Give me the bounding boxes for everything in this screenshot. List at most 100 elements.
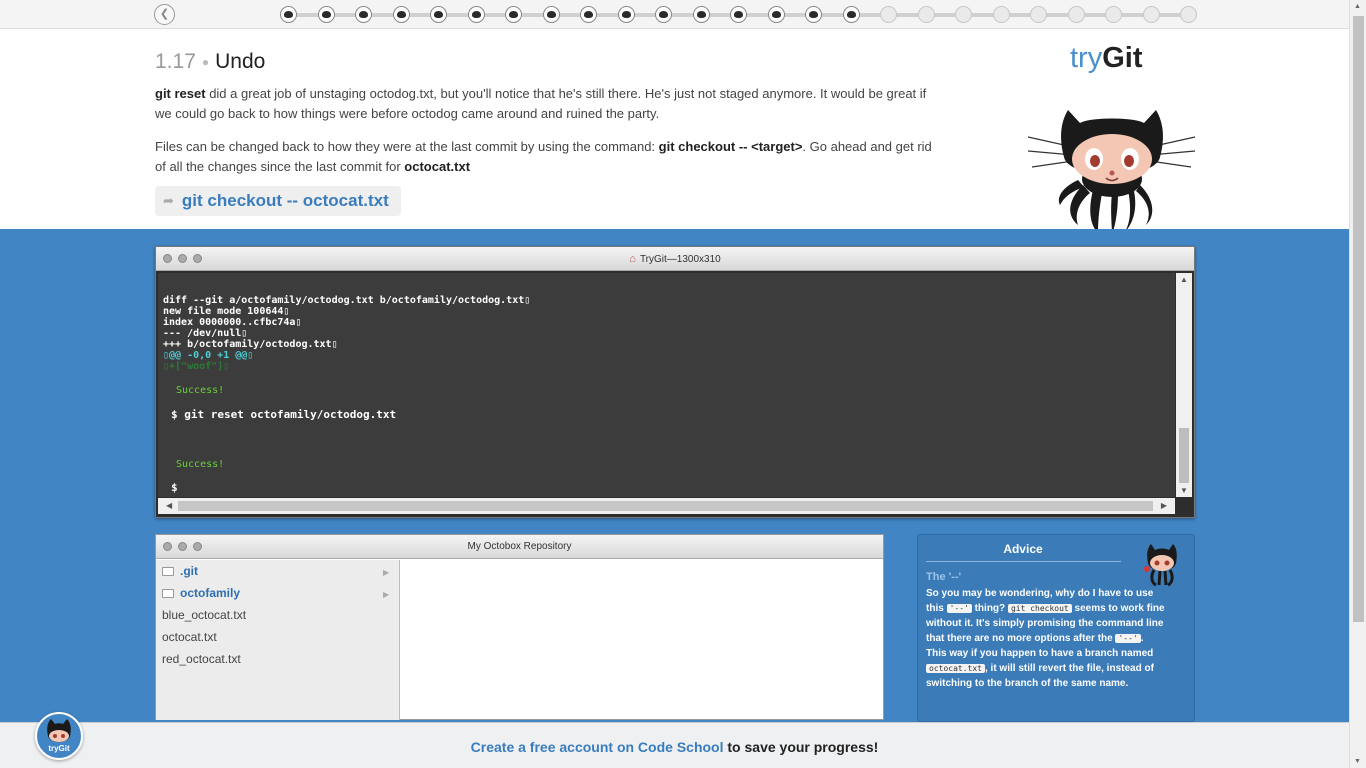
page-scrollbar[interactable]: ▲ ▼ <box>1349 0 1366 768</box>
inline-filename: octocat.txt <box>404 159 471 174</box>
scroll-down-icon[interactable]: ▼ <box>1354 758 1361 765</box>
trygit-badge[interactable]: tryGit <box>35 712 83 760</box>
terminal-horizontal-scrollbar[interactable]: ◀ ▶ <box>158 498 1175 514</box>
progress-step-pending-icon[interactable] <box>880 6 897 23</box>
progress-step-completed-icon[interactable] <box>430 6 447 23</box>
paragraph-text: Files can be changed back to how they we… <box>155 139 659 154</box>
window-maximize-icon[interactable] <box>193 542 202 551</box>
diff-line: ▯+["woof"]▯ <box>163 361 230 372</box>
inline-code: '--' <box>946 604 972 613</box>
progress-step-completed-icon[interactable] <box>842 6 860 23</box>
repo-file-red-octocat[interactable]: red_octocat.txt <box>162 652 241 666</box>
home-icon: ⌂ <box>629 253 636 265</box>
inline-code: '--' <box>1115 634 1141 643</box>
success-message: Success! <box>176 459 225 470</box>
inline-command: git checkout -- <target> <box>658 139 803 154</box>
paragraph-text: did a great job of unstaging octodog.txt… <box>155 86 927 121</box>
progress-step-completed-icon[interactable] <box>692 6 710 23</box>
separator-dot: ● <box>201 55 210 70</box>
advice-text: thing? <box>971 603 1008 614</box>
repo-file-blue-octocat[interactable]: blue_octocat.txt <box>162 608 246 622</box>
window-maximize-icon[interactable] <box>193 254 202 263</box>
repo-item-label: .git <box>180 564 198 578</box>
badge-label: tryGit <box>48 744 70 753</box>
scrollbar-thumb[interactable] <box>1179 428 1189 483</box>
diff-line: diff --git a/octofamily/octodog.txt b/oc… <box>163 295 531 306</box>
terminal-vertical-scrollbar[interactable]: ▲ ▼ <box>1176 273 1192 497</box>
diff-line: ▯@@ -0,0 +1 @@▯ <box>163 350 254 361</box>
scroll-right-icon[interactable]: ▶ <box>1161 501 1167 510</box>
diff-line: new file mode 100644▯ <box>163 306 290 317</box>
octocat-icon <box>47 719 71 742</box>
repository-titlebar: My Octobox Repository <box>156 535 883 559</box>
progress-step-completed-icon[interactable] <box>617 6 635 23</box>
advice-subtitle: The '--' <box>926 571 962 583</box>
progress-step-pending-icon[interactable] <box>1142 6 1160 23</box>
scroll-left-icon[interactable]: ◀ <box>166 501 172 510</box>
progress-step-pending-icon[interactable] <box>1105 6 1122 23</box>
suggested-command-text: git checkout -- octocat.txt <box>181 191 389 210</box>
progress-step-completed-icon[interactable] <box>767 6 785 23</box>
window-minimize-icon[interactable] <box>178 542 187 551</box>
lesson-name: Undo <box>215 50 266 73</box>
inline-code: git checkout <box>1007 604 1072 613</box>
progress-step-pending-icon[interactable] <box>917 6 935 23</box>
lesson-title: 1.17 ● Undo <box>155 50 265 74</box>
signup-banner: Create a free account on Code School to … <box>0 722 1349 768</box>
suggested-command-button[interactable]: ➦ git checkout -- octocat.txt <box>155 186 401 216</box>
progress-step-completed-icon[interactable] <box>542 6 560 23</box>
progress-step-completed-icon[interactable] <box>655 6 672 23</box>
terminal-window[interactable]: ⌂ TryGit—1300x310 diff --git a/octofamily… <box>155 246 1195 518</box>
progress-step-completed-icon[interactable] <box>317 6 335 23</box>
trygit-logo: tryGit <box>1070 42 1143 75</box>
progress-step-completed-icon[interactable] <box>467 6 485 23</box>
lesson-number: 1.17 <box>155 50 196 73</box>
lesson-panel: 1.17 ● Undo git reset did a great job of u… <box>0 30 1349 235</box>
command-prompt-line: $ git reset octofamily/octodog.txt <box>171 408 397 421</box>
repo-folder-git[interactable]: .git <box>162 564 198 578</box>
divider <box>926 561 1121 562</box>
progress-step-completed-icon[interactable] <box>805 6 822 23</box>
progress-step-pending-icon[interactable] <box>1067 6 1085 23</box>
progress-step-completed-icon[interactable] <box>392 6 410 23</box>
progress-step-pending-icon[interactable] <box>992 6 1010 23</box>
window-close-icon[interactable] <box>163 254 172 263</box>
diff-line: --- /dev/null▯ <box>163 328 248 339</box>
advice-title: Advice <box>1003 542 1043 556</box>
chevron-right-icon: ▶ <box>383 568 390 577</box>
arrow-right-icon: ➦ <box>163 193 174 208</box>
scrollbar-thumb[interactable] <box>178 501 1153 511</box>
repository-file-list: .git ▶ octofamily ▶ blue_octocat.txt oct… <box>156 560 400 720</box>
diff-line: index 0000000..cfbc74a▯ <box>163 317 302 328</box>
progress-step-completed-icon[interactable] <box>505 6 522 23</box>
advice-body: So you may be wondering, why do I have t… <box>926 586 1166 691</box>
window-close-icon[interactable] <box>163 542 172 551</box>
terminal-title: TryGit—1300x310 <box>639 254 721 265</box>
repository-title: My Octobox Repository <box>467 541 572 552</box>
terminal-titlebar: ⌂ TryGit—1300x310 <box>156 247 1194 271</box>
progress-step-completed-icon[interactable] <box>730 6 747 23</box>
scrollbar-thumb[interactable] <box>1353 16 1364 622</box>
terminal-output[interactable]: diff --git a/octofamily/octodog.txt b/oc… <box>158 273 1175 497</box>
repo-item-label: octofamily <box>180 586 241 600</box>
progress-step-pending-icon[interactable] <box>1030 6 1047 23</box>
create-account-link[interactable]: Create a free account on Code School <box>471 739 724 755</box>
progress-step-pending-icon[interactable] <box>955 6 972 23</box>
chevron-left-circle-icon[interactable]: ❮ <box>154 4 175 25</box>
repo-folder-octofamily[interactable]: octofamily <box>162 586 240 600</box>
progress-step-completed-icon[interactable] <box>580 6 597 23</box>
scroll-up-icon[interactable]: ▲ <box>1354 3 1361 10</box>
inline-command: git reset <box>155 86 206 101</box>
repo-file-octocat[interactable]: octocat.txt <box>162 630 217 644</box>
diff-line: +++ b/octofamily/octodog.txt▯ <box>163 339 338 350</box>
logo-try: try <box>1070 42 1103 74</box>
window-minimize-icon[interactable] <box>178 254 187 263</box>
progress-step-completed-icon[interactable] <box>280 6 297 23</box>
banner-text: to save your progress! <box>723 739 879 755</box>
command-prompt-input[interactable]: $ <box>171 481 178 494</box>
lesson-paragraph-1: git reset did a great job of unstaging o… <box>155 84 940 124</box>
progress-step-pending-icon[interactable] <box>1180 6 1197 23</box>
scroll-up-icon[interactable]: ▲ <box>1180 275 1188 284</box>
scroll-down-icon[interactable]: ▼ <box>1180 486 1188 495</box>
progress-step-completed-icon[interactable] <box>355 6 372 23</box>
